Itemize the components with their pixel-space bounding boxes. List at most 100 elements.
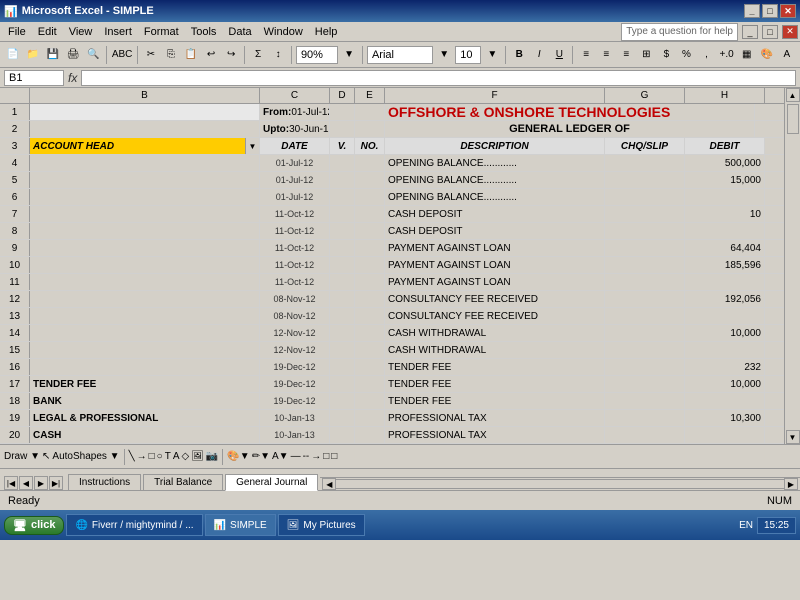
cell-v-12[interactable]	[330, 291, 355, 307]
cell-v-18[interactable]	[330, 393, 355, 409]
menu-window[interactable]: Window	[258, 24, 309, 40]
cell-debit-11[interactable]	[685, 274, 765, 290]
cell-no-16[interactable]	[355, 359, 385, 375]
select-arrow[interactable]: ↖	[42, 451, 50, 462]
cell-chq-13[interactable]	[605, 308, 685, 324]
oval-tool[interactable]: ○	[157, 451, 163, 462]
cell-debit-9[interactable]: 64,404	[685, 240, 765, 256]
cell-no-12[interactable]	[355, 291, 385, 307]
cell-v-7[interactable]	[330, 206, 355, 222]
col-header-g[interactable]: G	[605, 88, 685, 103]
font-size-select[interactable]: 10	[455, 46, 481, 64]
cell-b-9[interactable]	[30, 240, 260, 256]
cell-v-14[interactable]	[330, 325, 355, 341]
print-preview-button[interactable]: 🔍	[84, 44, 102, 66]
cell-date-17[interactable]: 19-Dec-12	[260, 376, 330, 392]
cell-b2[interactable]	[30, 121, 260, 137]
cell-b-12[interactable]	[30, 291, 260, 307]
underline-button[interactable]: U	[550, 44, 568, 66]
3d-tool[interactable]: □	[331, 451, 337, 462]
wordart-tool[interactable]: A	[173, 451, 180, 462]
cell-debit-14[interactable]: 10,000	[685, 325, 765, 341]
cell-chq-19[interactable]	[605, 410, 685, 426]
cell-debit-16[interactable]: 232	[685, 359, 765, 375]
cell-no-11[interactable]	[355, 274, 385, 290]
cell-v-13[interactable]	[330, 308, 355, 324]
cell-b-14[interactable]	[30, 325, 260, 341]
cell-b-10[interactable]	[30, 257, 260, 273]
cell-b-11[interactable]	[30, 274, 260, 290]
cell-v-19[interactable]	[330, 410, 355, 426]
fill-color-button[interactable]: 🎨	[758, 44, 776, 66]
cell-chq-11[interactable]	[605, 274, 685, 290]
cell-chq-7[interactable]	[605, 206, 685, 222]
cell-date-11[interactable]: 11-Oct-12	[260, 274, 330, 290]
cell-desc-20[interactable]: PROFESSIONAL TAX	[385, 427, 605, 443]
cell-date-5[interactable]: 01-Jul-12	[260, 172, 330, 188]
cell-chq-4[interactable]	[605, 155, 685, 171]
tab-trial-balance[interactable]: Trial Balance	[143, 474, 223, 490]
cell-v-17[interactable]	[330, 376, 355, 392]
cell-date-16[interactable]: 19-Dec-12	[260, 359, 330, 375]
cell-debit-19[interactable]: 10,300	[685, 410, 765, 426]
taskbar-pictures[interactable]: 🖼 My Pictures	[278, 514, 365, 536]
cell-no-20[interactable]	[355, 427, 385, 443]
cell-date-18[interactable]: 19-Dec-12	[260, 393, 330, 409]
align-left-button[interactable]: ≡	[577, 44, 595, 66]
tab-next[interactable]: ▶	[34, 476, 48, 490]
paste-button[interactable]: 📋	[182, 44, 200, 66]
font-color-button[interactable]: A	[778, 44, 796, 66]
cell-chq-17[interactable]	[605, 376, 685, 392]
cell-desc-8[interactable]: CASH DEPOSIT	[385, 223, 605, 239]
cell-no-15[interactable]	[355, 342, 385, 358]
close-button[interactable]: ✕	[780, 4, 796, 18]
currency-button[interactable]: $	[657, 44, 675, 66]
cell-no-17[interactable]	[355, 376, 385, 392]
comma-button[interactable]: ,	[698, 44, 716, 66]
fill-color-tool[interactable]: 🎨▼	[227, 451, 249, 462]
cell-no-5[interactable]	[355, 172, 385, 188]
cell-b1[interactable]	[30, 104, 260, 120]
cell-debit-4[interactable]: 500,000	[685, 155, 765, 171]
cell-b-13[interactable]	[30, 308, 260, 324]
col-header-d[interactable]: D	[330, 88, 355, 103]
cell-debit-15[interactable]	[685, 342, 765, 358]
arrow-style-tool[interactable]: →	[311, 451, 321, 462]
minimize-button[interactable]: _	[744, 4, 760, 18]
cell-v-16[interactable]	[330, 359, 355, 375]
cell-desc-6[interactable]: OPENING BALANCE............	[385, 189, 605, 205]
cell-v-4[interactable]	[330, 155, 355, 171]
cell-date-9[interactable]: 11-Oct-12	[260, 240, 330, 256]
cell-chq-15[interactable]	[605, 342, 685, 358]
menu-format[interactable]: Format	[138, 24, 185, 40]
font-size-arrow[interactable]: ▼	[483, 44, 501, 66]
diagram-tool[interactable]: ◇	[181, 451, 189, 462]
cell-desc-13[interactable]: CONSULTANCY FEE RECEIVED	[385, 308, 605, 324]
cell-v-header[interactable]: V.	[330, 138, 355, 154]
cell-debit-8[interactable]	[685, 223, 765, 239]
zoom-arrow[interactable]: ▼	[340, 44, 358, 66]
align-right-button[interactable]: ≡	[617, 44, 635, 66]
menu-view[interactable]: View	[63, 24, 99, 40]
cell-v-15[interactable]	[330, 342, 355, 358]
draw-label[interactable]: Draw ▼	[4, 451, 40, 462]
merge-button[interactable]: ⊞	[637, 44, 655, 66]
cell-b-7[interactable]	[30, 206, 260, 222]
cell-e2[interactable]	[355, 121, 385, 137]
tab-first[interactable]: |◀	[4, 476, 18, 490]
rect-tool[interactable]: □	[149, 451, 155, 462]
picture-tool[interactable]: 📷	[206, 451, 218, 462]
cell-debit-10[interactable]: 185,596	[685, 257, 765, 273]
cell-date-header[interactable]: DATE	[260, 138, 330, 154]
line-color-tool[interactable]: ✏▼	[252, 451, 270, 462]
restore-button[interactable]: □	[762, 4, 778, 18]
tab-general-journal[interactable]: General Journal	[225, 474, 318, 491]
cell-date-12[interactable]: 08-Nov-12	[260, 291, 330, 307]
menu-file[interactable]: File	[2, 24, 32, 40]
cell-no-13[interactable]	[355, 308, 385, 324]
cell-v-11[interactable]	[330, 274, 355, 290]
cell-desc-16[interactable]: TENDER FEE	[385, 359, 605, 375]
cell-b-8[interactable]	[30, 223, 260, 239]
align-center-button[interactable]: ≡	[597, 44, 615, 66]
cell-no-6[interactable]	[355, 189, 385, 205]
